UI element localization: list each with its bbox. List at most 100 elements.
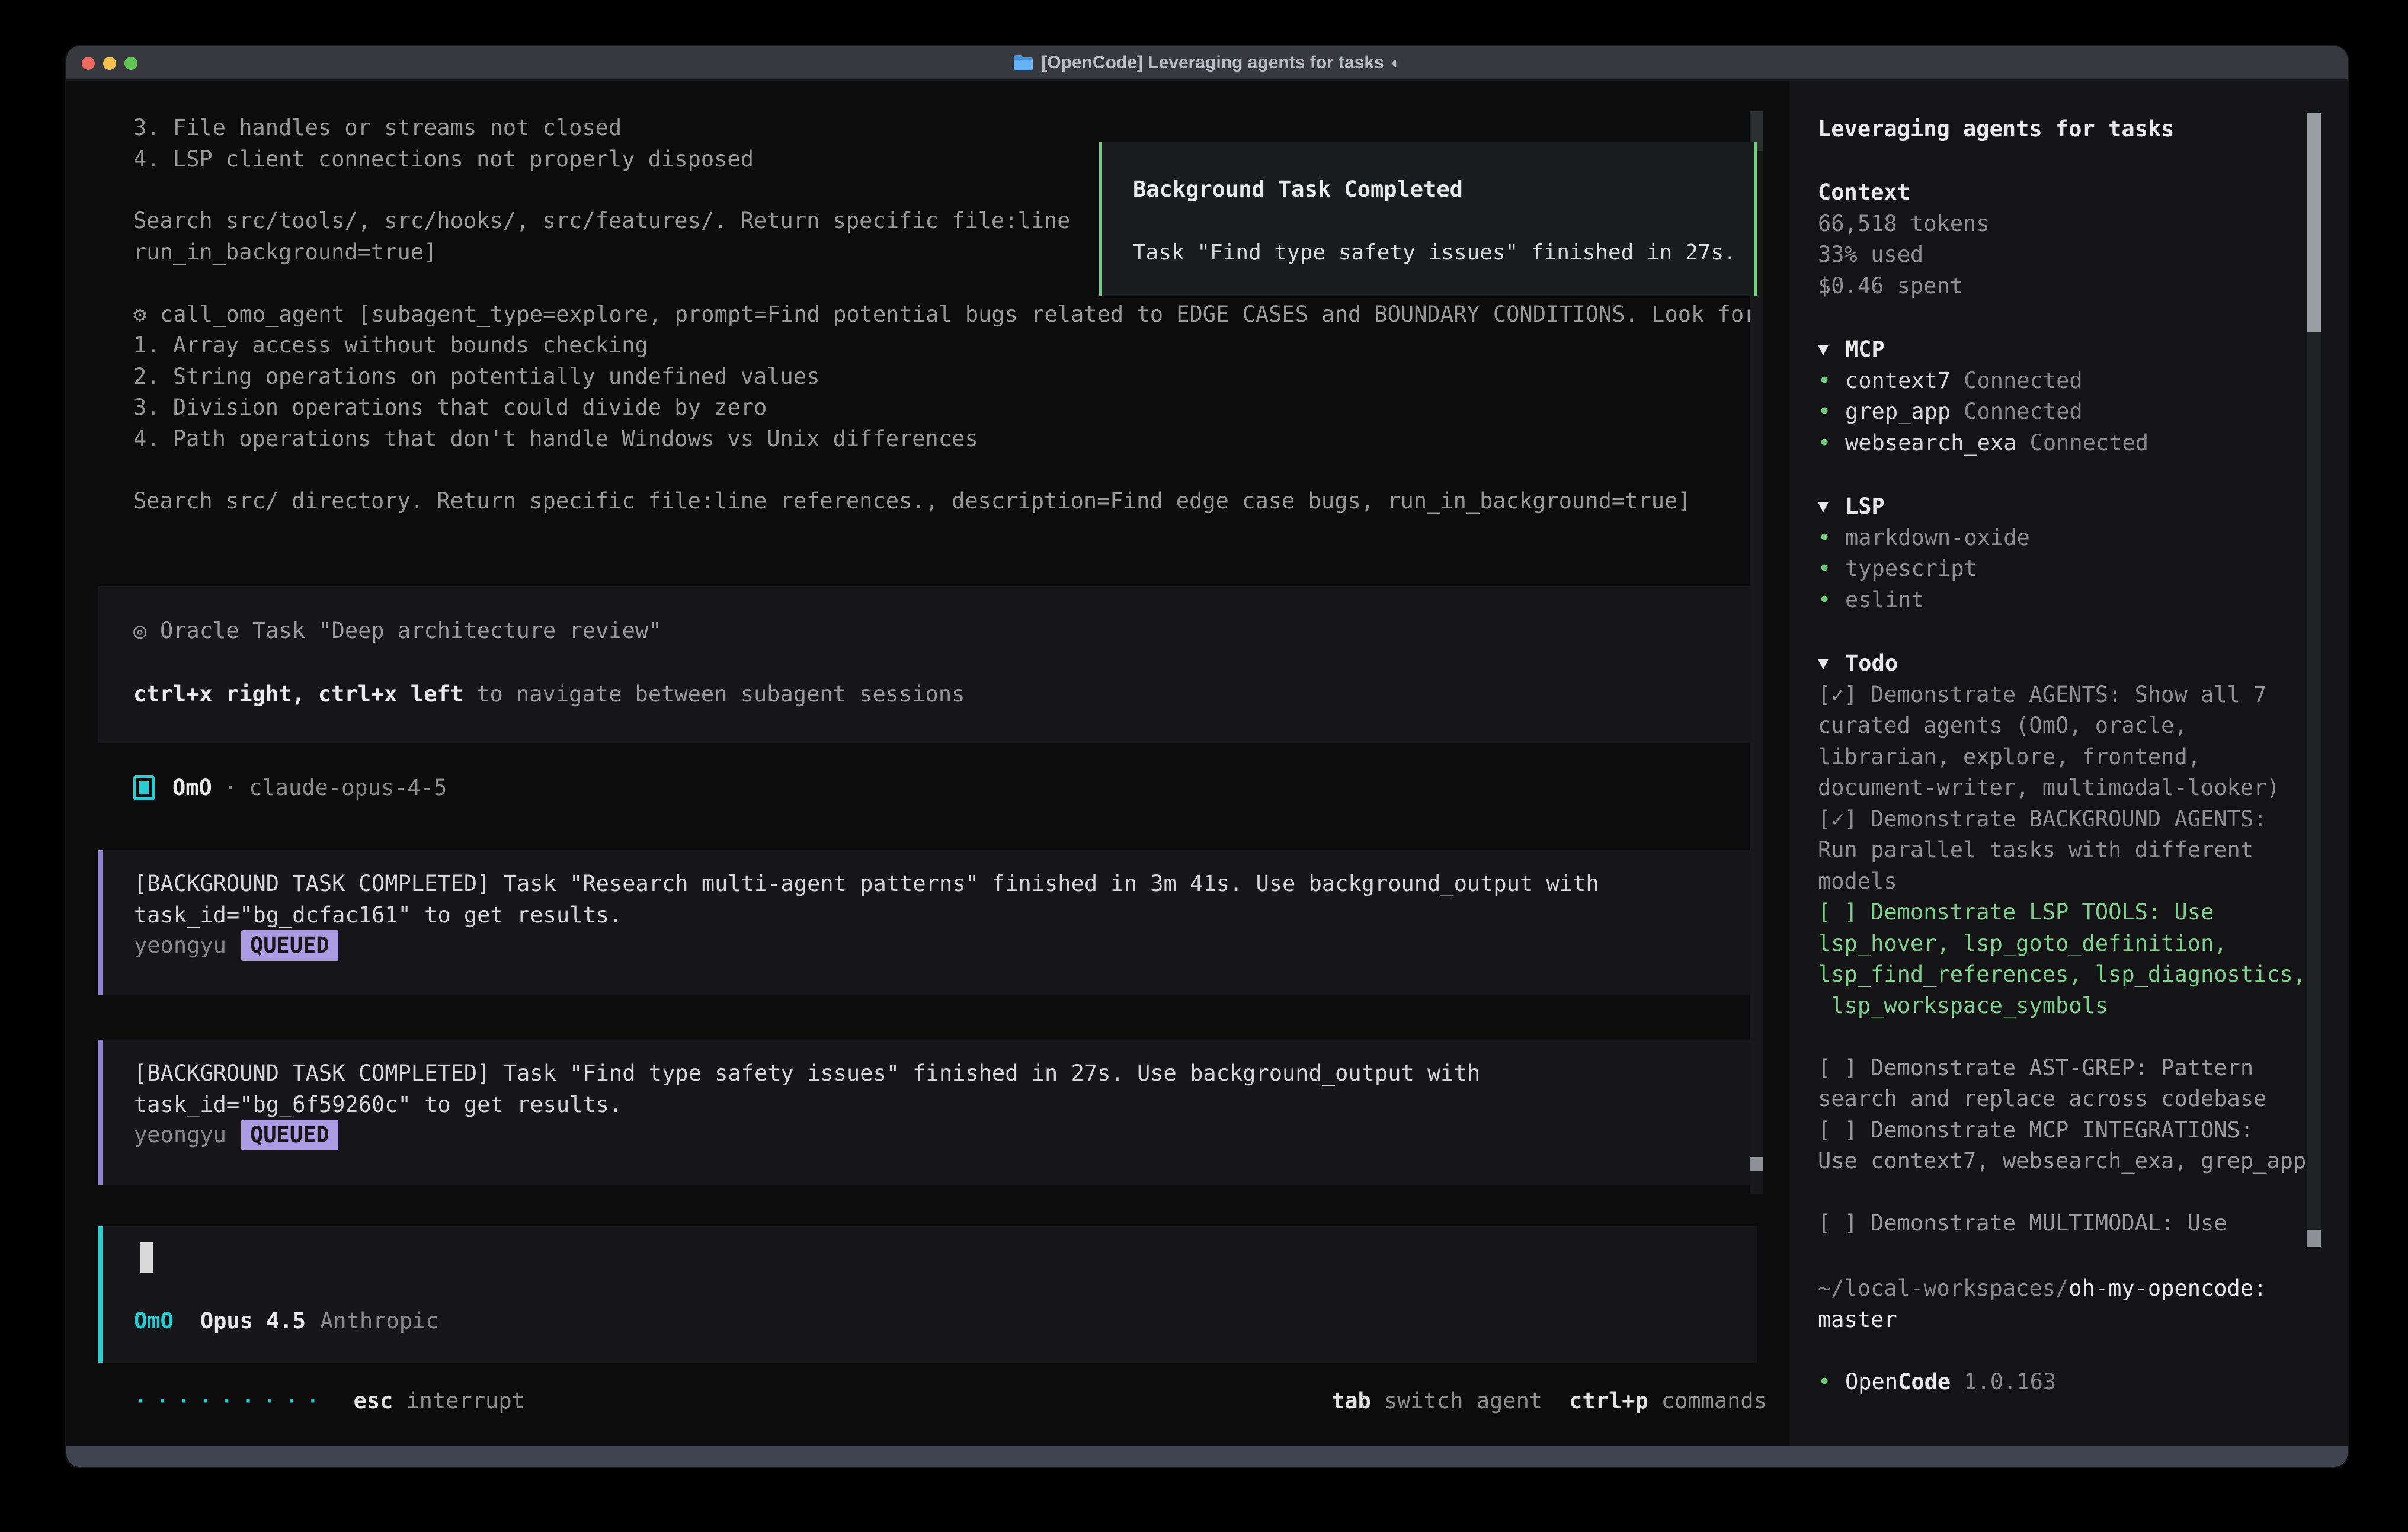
sidebar-scrollbar-thumb-bottom[interactable] <box>2307 1230 2321 1247</box>
background-task-event: [BACKGROUND TASK COMPLETED] Task "Find t… <box>98 1040 1757 1185</box>
separator-dot: · <box>224 773 237 804</box>
hint-text: to navigate between subagent sessions <box>463 681 965 707</box>
lsp-item: • eslint <box>1818 585 2320 616</box>
status-dot-icon: • <box>1818 396 1845 428</box>
todo-heading: Todo <box>1845 648 1898 680</box>
subagent-navigation-hint: ctrl+x right, ctrl+x left to navigate be… <box>133 679 965 710</box>
agent-model: claude-opus-4-5 <box>249 773 447 804</box>
workspace-path-prefix: ~/local-workspaces/ <box>1818 1275 2068 1301</box>
task-event-message: [BACKGROUND TASK COMPLETED] Task "Find t… <box>134 1058 1704 1120</box>
task-event-message: [BACKGROUND TASK COMPLETED] Task "Resear… <box>134 868 1704 931</box>
context-section: Context 66,518 tokens 33% used $0.46 spe… <box>1818 177 2320 302</box>
spinner-dots-icon: ········· <box>133 1386 327 1417</box>
todo-item: [✓] Demonstrate BACKGROUND AGENTS: Run p… <box>1818 804 2320 898</box>
workspace-path: ~/local-workspaces/oh-my-opencode: master <box>1818 1273 2320 1335</box>
sidebar-scrollbar-thumb[interactable] <box>2307 113 2321 332</box>
input-model-row: OmO Opus 4.5 Anthropic <box>134 1306 439 1337</box>
todo-item: [ ] Demonstrate MULTIMODAL: Use <box>1818 1208 2320 1239</box>
lsp-heading: LSP <box>1845 491 1885 523</box>
workspace-branch: master <box>1818 1307 1897 1332</box>
mcp-heading: MCP <box>1845 334 1885 366</box>
traffic-lights <box>82 46 137 81</box>
context-tokens: 66,518 tokens <box>1818 209 2320 240</box>
lsp-item: • markdown-oxide <box>1818 523 2320 554</box>
oracle-status-icon: ◎ <box>133 616 160 647</box>
gear-icon: ⚙ <box>133 299 160 331</box>
tool-call-text: call_omo_agent [subagent_type=explore, p… <box>160 299 1757 331</box>
mcp-item-status: Connected <box>2030 428 2148 459</box>
input-agent-name: OmO <box>134 1306 174 1337</box>
sidebar: Leveraging agents for tasks Context 66,5… <box>1789 81 2348 1446</box>
oracle-task-title: Oracle Task "Deep architecture review" <box>160 616 661 647</box>
status-left: ········· esc interrupt <box>133 1386 525 1417</box>
window-footer-bar <box>66 1446 2348 1467</box>
tab-key-label: switch agent <box>1384 1386 1542 1417</box>
prompt-input[interactable]: OmO Opus 4.5 Anthropic <box>98 1226 1757 1363</box>
lsp-item-name: eslint <box>1845 585 1925 616</box>
status-badge: QUEUED <box>241 930 338 961</box>
status-dot-icon: • <box>1818 523 1845 554</box>
mcp-section: ▼ MCP • context7 Connected • grep_app Co… <box>1818 334 2320 459</box>
titlebar[interactable]: [OpenCode] Leveraging agents for tasks ◐ <box>66 46 2348 81</box>
terminal-window: [OpenCode] Leveraging agents for tasks ◐… <box>66 46 2348 1467</box>
chevron-down-icon: ▼ <box>1818 334 1845 366</box>
background-task-toast[interactable]: Background Task Completed Task "Find typ… <box>1099 142 1757 296</box>
text-cursor <box>140 1242 153 1273</box>
app-version-number: 1.0.163 <box>1964 1367 2056 1398</box>
mcp-item-status: Connected <box>1964 366 2082 397</box>
mcp-item: • websearch_exa Connected <box>1818 428 2320 459</box>
status-right: tab switch agent ctrl+p commands <box>1331 1386 1767 1417</box>
close-button[interactable] <box>82 57 95 70</box>
ctrlp-key-hint: ctrl+p <box>1569 1386 1648 1417</box>
toast-title: Background Task Completed <box>1133 174 1463 206</box>
oracle-task-title-row: ◎ Oracle Task "Deep architecture review" <box>133 616 661 647</box>
lsp-section-header[interactable]: ▼ LSP <box>1818 491 2320 523</box>
mcp-item-name: websearch_exa <box>1845 428 2017 459</box>
window-title: [OpenCode] Leveraging agents for tasks ◐ <box>66 53 2348 73</box>
todo-item: [ ] Demonstrate AST-GREP: Pattern search… <box>1818 1053 2320 1115</box>
app-version-row: • OpenCode 1.0.163 <box>1818 1367 2320 1398</box>
chevron-down-icon: ▼ <box>1818 491 1845 523</box>
esc-key-label: interrupt <box>406 1386 524 1417</box>
minimize-button[interactable] <box>103 57 116 70</box>
context-spent: $0.46 spent <box>1818 271 2320 302</box>
agent-checkbox-icon <box>133 775 155 800</box>
oracle-task-box: ◎ Oracle Task "Deep architecture review"… <box>98 586 1757 743</box>
status-badge: QUEUED <box>241 1120 338 1150</box>
zoom-button[interactable] <box>124 57 137 70</box>
hint-keys: ctrl+x right, ctrl+x left <box>133 681 463 707</box>
lsp-item-name: typescript <box>1845 553 1977 585</box>
mcp-item-name: grep_app <box>1845 396 1951 428</box>
ctrlp-key-label: commands <box>1661 1386 1767 1417</box>
scrollbar-thumb[interactable] <box>1750 1157 1763 1171</box>
task-event-meta-row: yeongyu QUEUED <box>134 1120 338 1151</box>
status-dot-icon: • <box>1818 428 1845 459</box>
folder-icon <box>1013 54 1034 72</box>
mcp-item: • context7 Connected <box>1818 366 2320 397</box>
task-event-user: yeongyu <box>134 930 226 961</box>
mcp-section-header[interactable]: ▼ MCP <box>1818 334 2320 366</box>
sidebar-scrollbar[interactable] <box>2307 113 2321 1247</box>
status-bar: ········· esc interrupt tab switch agent… <box>66 1386 1789 1417</box>
status-dot-icon: • <box>1818 553 1845 585</box>
todo-item: [✓] Demonstrate AGENTS: Show all 7 curat… <box>1818 680 2320 804</box>
status-dot-icon: • <box>1818 366 1845 397</box>
status-dot-icon: • <box>1818 1367 1845 1398</box>
desktop-background: [OpenCode] Leveraging agents for tasks ◐… <box>0 0 2408 1532</box>
esc-key-hint: esc <box>354 1386 393 1417</box>
todo-item: [ ] Demonstrate LSP TOOLS: Use lsp_hover… <box>1818 897 2320 1021</box>
session-progress-icon: ◐ <box>1391 53 1401 72</box>
todo-section-header[interactable]: ▼ Todo <box>1818 648 2320 680</box>
app-name-bold: Code <box>1898 1367 1951 1398</box>
app-name: Open <box>1845 1367 1898 1398</box>
context-heading: Context <box>1818 177 2320 209</box>
terminal-main: 3. File handles or streams not closed 4.… <box>66 81 1789 1446</box>
workspace-repo: oh-my-opencode: <box>2068 1275 2266 1301</box>
mcp-item-status: Connected <box>1964 396 2082 428</box>
context-used: 33% used <box>1818 239 2320 271</box>
tab-key-hint: tab <box>1331 1386 1371 1417</box>
mcp-item-name: context7 <box>1845 366 1951 397</box>
task-event-user: yeongyu <box>134 1120 226 1151</box>
agent-header: OmO · claude-opus-4-5 <box>133 773 447 804</box>
todo-item: [ ] Demonstrate MCP INTEGRATIONS: Use co… <box>1818 1115 2320 1177</box>
